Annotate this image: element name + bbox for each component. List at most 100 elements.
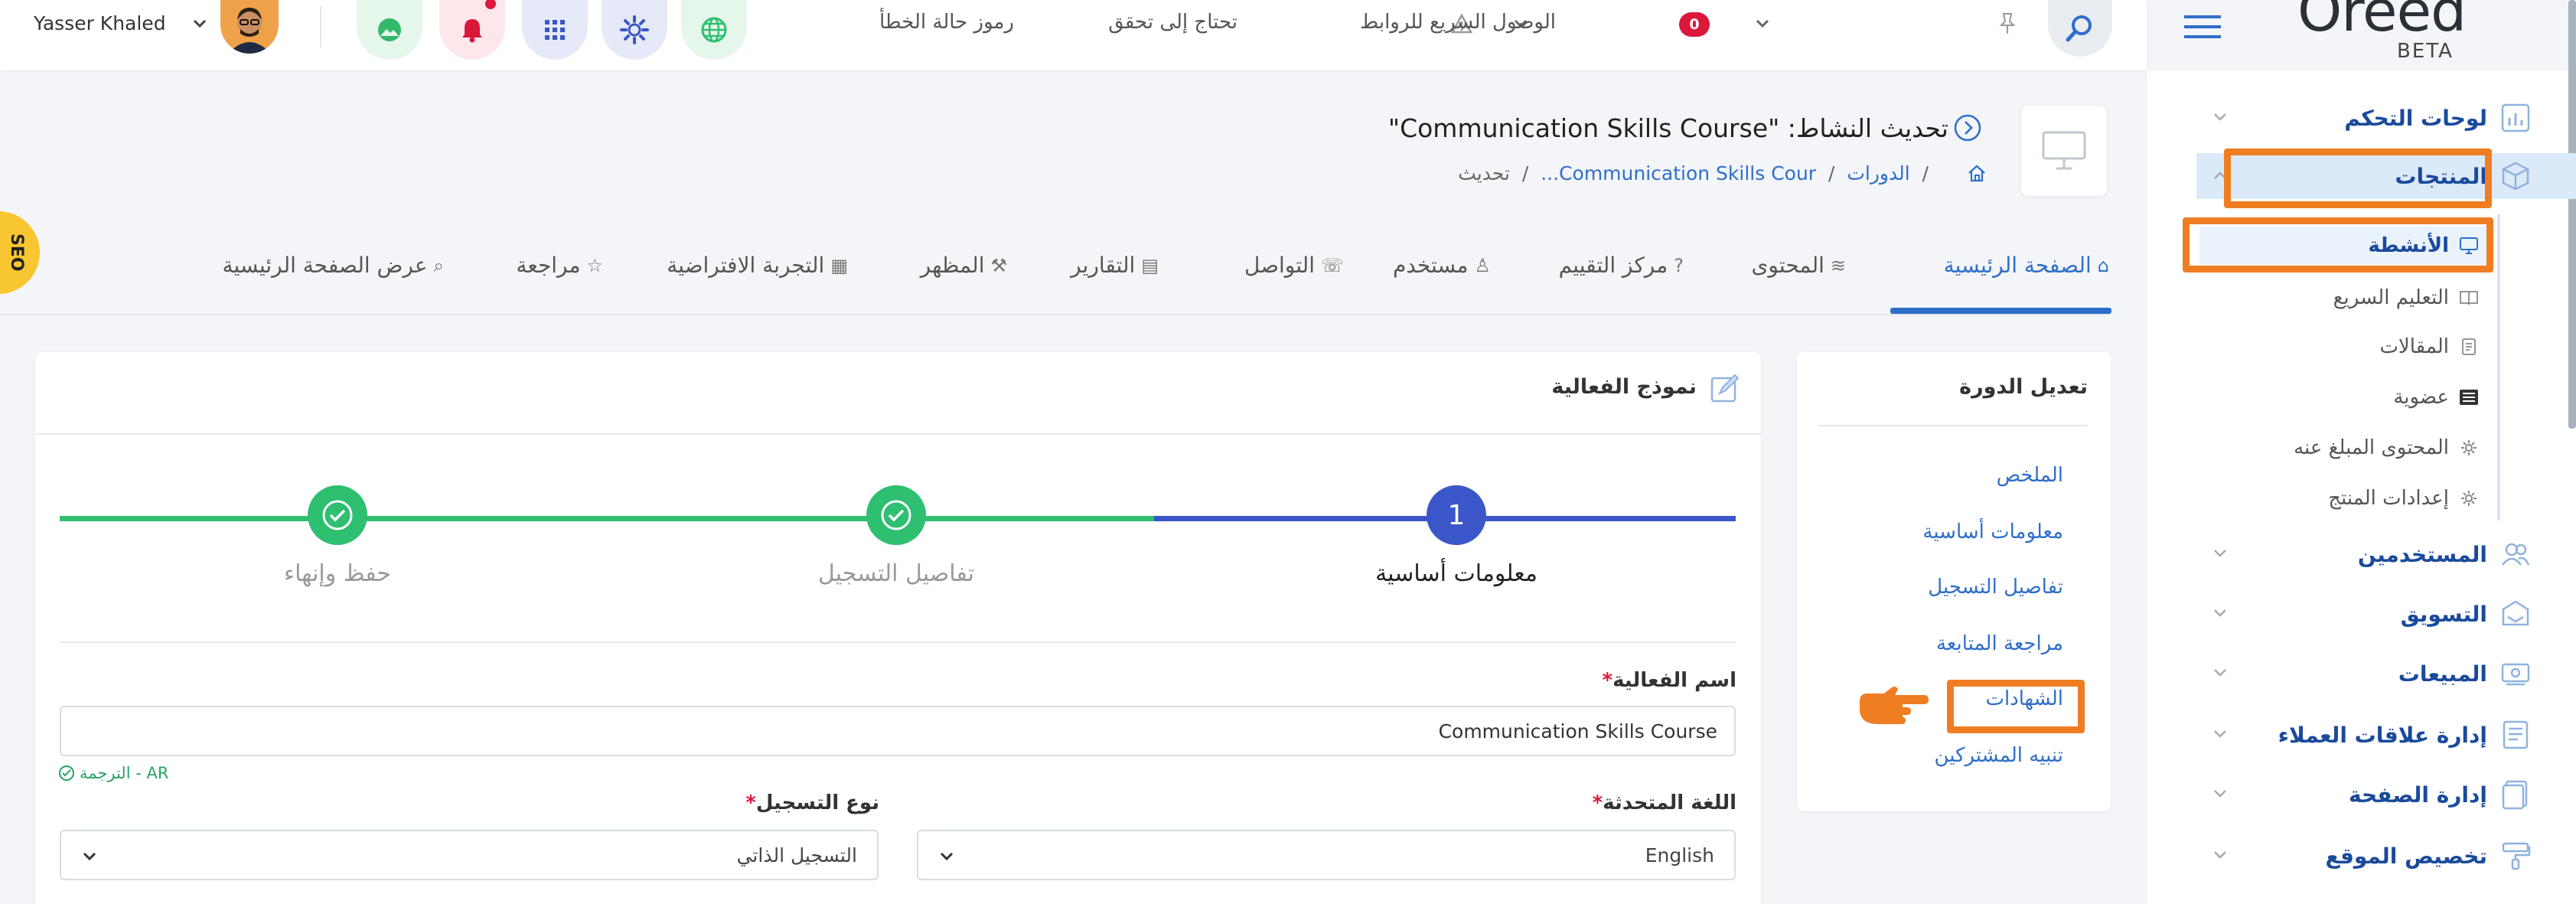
step-1-circle[interactable]: 1 [1427,485,1486,545]
sidebar-subitem-quick-learning[interactable]: التعليم السريع [2333,279,2481,317]
edit-link-basic-info[interactable]: معلومات أساسية [1922,521,2063,543]
chevron-down-icon[interactable] [191,15,208,32]
step-3-circle[interactable] [308,485,367,545]
page-title: تحديث النشاط: "Communication Skills Cour… [1387,113,1948,143]
layers-icon: ≋ [1830,254,1846,276]
menu-toggle-icon[interactable] [2183,14,2222,40]
tabs-divider [0,314,2110,315]
sidebar-subitem-articles[interactable]: المقالات [2379,328,2481,366]
sidebar-subitem-product-settings[interactable]: إعدادات المنتج [2328,479,2481,517]
registration-type-select[interactable]: التسجيل الذاتي [60,830,879,880]
error-codes-link[interactable]: رموز حالة الخطأ [879,11,1014,34]
pointing-hand-icon [1857,684,1930,730]
phone-icon: ☏ [1320,254,1344,276]
tab-review[interactable]: ☆ مراجعة [516,253,603,278]
logo[interactable]: Oreed [2297,0,2467,44]
step-2-circle[interactable] [866,485,926,545]
scrollbar[interactable] [2568,0,2576,429]
chevron-down-icon[interactable] [2212,545,2229,562]
avatar[interactable] [220,0,279,54]
tab-appearance[interactable]: ⚒ المظهر [921,253,1007,278]
tab-communication[interactable]: ☏ التواصل [1244,253,1344,278]
sidebar-item-users[interactable]: المستخدمين [2212,531,2533,577]
sales-icon [2498,656,2533,691]
top-bar: Yasser Khaled رموز حالة الخطأ تحتاج إلى … [0,0,2221,70]
edit-link-registration[interactable]: تفاصيل التسجيل [1928,576,2063,599]
language-label: اللغة المتحدثة* [1592,791,1736,814]
step-1-label: معلومات أساسية [1375,560,1537,587]
translation-link[interactable]: الترجمة - AR [58,764,168,782]
mountain-icon[interactable] [357,0,422,60]
edit-link-notify-subscribers[interactable]: تنبيه المشتركين [1934,744,2063,767]
bell-icon[interactable] [439,0,505,60]
tab-assessment[interactable]: ? مركز التقييم [1559,253,1684,278]
needs-check-badge: 0 [1679,12,1710,37]
breadcrumb-current: تحديث [1458,162,1510,184]
tab-view-homepage[interactable]: ⌕ عرض الصفحة الرئيسية [222,253,444,278]
chevron-down-icon[interactable] [2212,847,2229,863]
printer-icon: ▤ [1141,254,1159,276]
sidebar-item-crm[interactable]: إدارة علاقات العملاء [2212,712,2533,758]
tab-virtual-experience[interactable]: ▦ التجربة الافتراضية [667,253,848,278]
tab-user[interactable]: ♙ مستخدم [1393,253,1491,278]
sidebar-subitem-membership[interactable]: عضوية [2393,378,2481,416]
home-icon[interactable] [1967,164,1987,182]
sidebar-item-marketing[interactable]: التسويق [2212,591,2533,637]
monitor-icon [2042,131,2086,170]
event-name-input[interactable] [60,706,1736,756]
chevron-down-icon[interactable] [2212,785,2229,802]
gear-icon [2457,489,2481,507]
search-icon [2066,15,2092,42]
submenu-line [2497,214,2500,521]
breadcrumb-courses[interactable]: الدورات [1847,162,1909,184]
chevron-down-icon[interactable] [2212,109,2229,126]
sidebar-item-site-customization[interactable]: تخصيص الموقع [2212,833,2533,879]
sidebar-subitem-reported-content[interactable]: المحتوى المبلغ عنه [2294,429,2481,467]
gear-icon[interactable] [602,0,667,60]
grid-icon[interactable] [522,0,588,60]
chevron-down-icon [938,848,955,865]
tab-reports[interactable]: ▤ التقارير [1071,253,1159,278]
check-circle-icon [59,765,74,781]
chevron-down-icon[interactable] [2212,605,2229,622]
calendar-icon: ▦ [830,254,848,276]
notification-dot [485,0,496,9]
breadcrumb-course[interactable]: Communication Skills Cour... [1541,162,1816,184]
chevron-down-icon[interactable] [1754,15,1771,32]
search-icon: ⌕ [433,254,444,276]
divider [35,433,1761,435]
divider [320,6,321,47]
edit-course-card: تعديل الدورة الملخص معلومات أساسية تفاصي… [1797,352,2111,811]
globe-icon[interactable] [681,0,747,60]
divider [1818,425,2088,426]
quick-links-menu[interactable]: الوصول السريع للروابط [1360,11,1556,34]
tab-content[interactable]: ≋ المحتوى [1751,253,1846,278]
divider [60,641,1736,643]
chevron-down-icon[interactable] [2212,726,2229,742]
event-form-card: نموذج الفعالية 1 معلومات أساسية تفاصيل ا… [35,352,1761,904]
chart-icon [2498,100,2533,135]
step-3-label: حفظ وإنهاء [284,560,391,587]
edit-link-summary[interactable]: الملخص [1997,464,2063,487]
needs-check-link[interactable]: تحتاج إلى تحقق [1108,11,1237,34]
edit-link-follow-up[interactable]: مراجعة المتابعة [1936,632,2063,655]
chevron-down-icon[interactable] [2212,664,2229,681]
sidebar-item-dashboards[interactable]: لوحات التحكم [2212,95,2533,141]
seo-tab[interactable]: SEO [0,211,40,294]
check-icon [881,500,911,530]
active-tab-indicator [1890,308,2111,314]
sidebar-item-page-management[interactable]: إدارة الصفحة [2212,772,2533,818]
sidebar-item-sales[interactable]: المبيعات [2212,651,2533,697]
chevron-down-icon [81,848,98,865]
crm-icon [2498,717,2533,752]
step-progress-complete [60,516,1154,521]
article-icon [2457,338,2481,356]
back-circle-icon[interactable] [1953,113,1982,142]
beta-label: BETA [2397,40,2454,63]
marketing-icon [2498,596,2533,631]
user-name[interactable]: Yasser Khaled [34,12,166,34]
registration-type-label: نوع التسجيل* [745,791,879,814]
tab-home[interactable]: ⌂ الصفحة الرئيسية [1944,253,2109,278]
search-button[interactable] [2048,0,2112,57]
language-select[interactable]: English [917,830,1736,880]
